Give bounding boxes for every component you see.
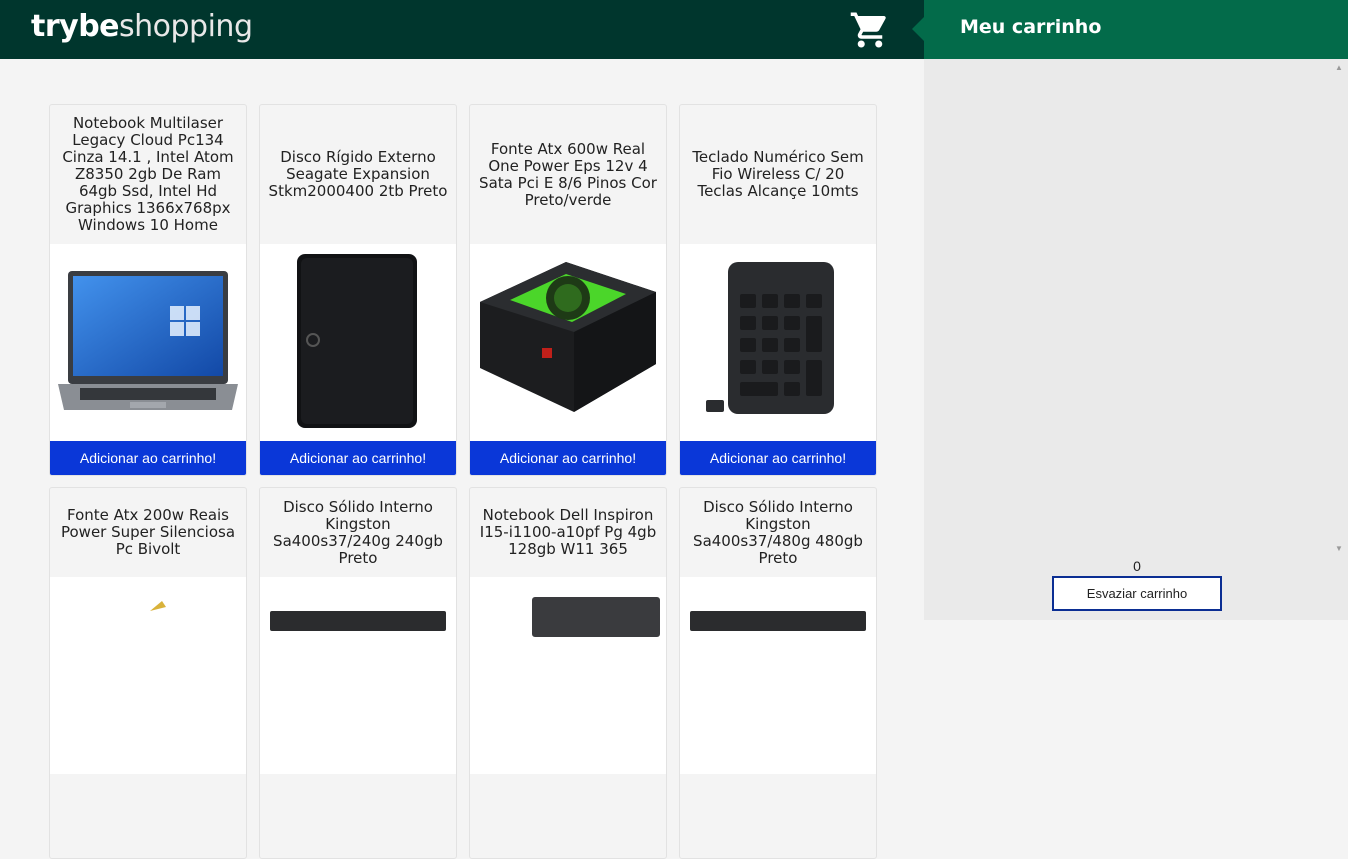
product-card: Disco Rígido Externo Seagate Expansion S…	[259, 104, 457, 476]
product-title: Notebook Dell Inspiron I15-i1100-a10pf P…	[479, 506, 657, 558]
product-image[interactable]	[680, 577, 876, 774]
product-image[interactable]	[260, 577, 456, 774]
product-title: Disco Rígido Externo Seagate Expansion S…	[268, 148, 448, 200]
product-title: Fonte Atx 200w Reais Power Super Silenci…	[60, 506, 236, 558]
cart-header: Meu carrinho	[924, 0, 1348, 59]
product-title: Teclado Numérico Sem Fio Wireless C/ 20 …	[692, 148, 864, 200]
product-card: Notebook Multilaser Legacy Cloud Pc134 C…	[49, 104, 247, 476]
top-header: trybeshopping	[0, 0, 924, 59]
product-card: Teclado Numérico Sem Fio Wireless C/ 20 …	[679, 104, 877, 476]
product-card: Disco Sólido Interno Kingston Sa400s37/2…	[259, 487, 457, 859]
cart-total-count: 0	[1133, 558, 1141, 574]
scroll-down-arrow-icon[interactable]: ▼	[1335, 544, 1343, 553]
logo: trybeshopping	[31, 9, 253, 44]
product-title: Fonte Atx 600w Real One Power Eps 12v 4 …	[479, 139, 657, 209]
cart-pointer-arrow	[912, 17, 924, 41]
add-to-cart-button[interactable]: Adicionar ao carrinho!	[470, 441, 666, 475]
product-image[interactable]	[470, 577, 666, 774]
product-card: Fonte Atx 600w Real One Power Eps 12v 4 …	[469, 104, 667, 476]
product-card: Notebook Dell Inspiron I15-i1100-a10pf P…	[469, 487, 667, 859]
add-to-cart-button[interactable]: Adicionar ao carrinho!	[260, 441, 456, 475]
add-to-cart-button[interactable]: Adicionar ao carrinho!	[680, 441, 876, 475]
scroll-up-arrow-icon[interactable]: ▲	[1335, 63, 1343, 72]
product-title: Disco Sólido Interno Kingston Sa400s37/4…	[693, 497, 863, 567]
empty-cart-button[interactable]: Esvaziar carrinho	[1052, 576, 1222, 611]
product-card: Disco Sólido Interno Kingston Sa400s37/4…	[679, 487, 877, 859]
shopping-cart-icon[interactable]	[849, 9, 891, 51]
product-image[interactable]	[260, 244, 456, 441]
cart-panel: Meu carrinho ▲ ▼ 0 Esvaziar carrinho	[924, 0, 1348, 620]
product-image[interactable]	[50, 244, 246, 441]
product-title: Disco Sólido Interno Kingston Sa400s37/2…	[273, 497, 443, 567]
product-card: Fonte Atx 200w Reais Power Super Silenci…	[49, 487, 247, 859]
product-image[interactable]	[680, 244, 876, 441]
product-title: Notebook Multilaser Legacy Cloud Pc134 C…	[62, 114, 234, 234]
cart-title: Meu carrinho	[960, 16, 1102, 38]
add-to-cart-button[interactable]: Adicionar ao carrinho!	[50, 441, 246, 475]
product-image[interactable]	[50, 577, 246, 774]
product-image[interactable]	[470, 244, 666, 441]
